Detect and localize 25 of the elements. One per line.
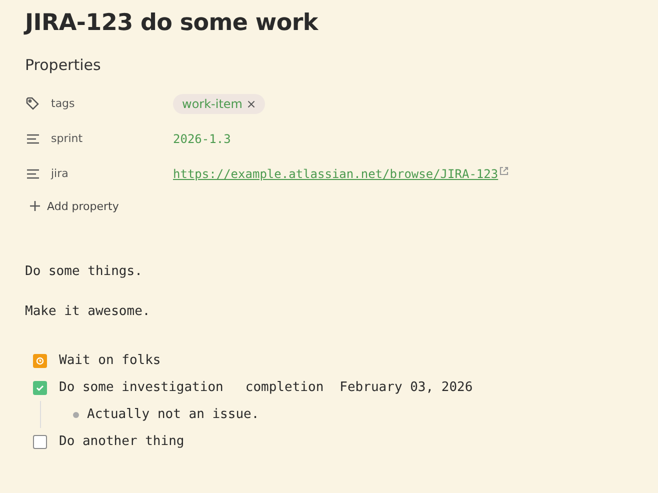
property-label: tags bbox=[51, 97, 76, 110]
clock-icon bbox=[36, 356, 44, 364]
list-item-text: Actually not an issue. bbox=[87, 407, 260, 422]
checkbox[interactable] bbox=[33, 434, 47, 448]
completion-date: February 03, 2026 bbox=[340, 380, 473, 395]
tag-icon bbox=[25, 96, 41, 112]
checked-checkbox[interactable] bbox=[33, 380, 47, 394]
property-value: 2026-1.3 bbox=[173, 132, 231, 146]
bullet-icon bbox=[73, 412, 79, 418]
add-property-button[interactable]: Add property bbox=[25, 191, 119, 221]
external-link-icon bbox=[499, 166, 510, 176]
property-label: sprint bbox=[51, 132, 84, 145]
plus-icon bbox=[29, 200, 41, 212]
paragraph: Make it awesome. bbox=[25, 304, 152, 319]
completion-label: completion bbox=[245, 380, 324, 395]
tag-chip[interactable]: work-item × bbox=[173, 94, 266, 114]
check-icon bbox=[35, 382, 45, 392]
property-label: jira bbox=[51, 167, 70, 180]
page-title: JIRA-123 do some work bbox=[25, 10, 320, 36]
task-text: Wait on folks bbox=[59, 353, 161, 368]
paragraph: Do some things. bbox=[25, 264, 144, 279]
properties-heading: Properties bbox=[25, 56, 102, 74]
waiting-checkbox[interactable] bbox=[33, 354, 47, 368]
task-text: Do some investigation bbox=[59, 380, 224, 395]
task-text: Do another thing bbox=[59, 434, 184, 449]
